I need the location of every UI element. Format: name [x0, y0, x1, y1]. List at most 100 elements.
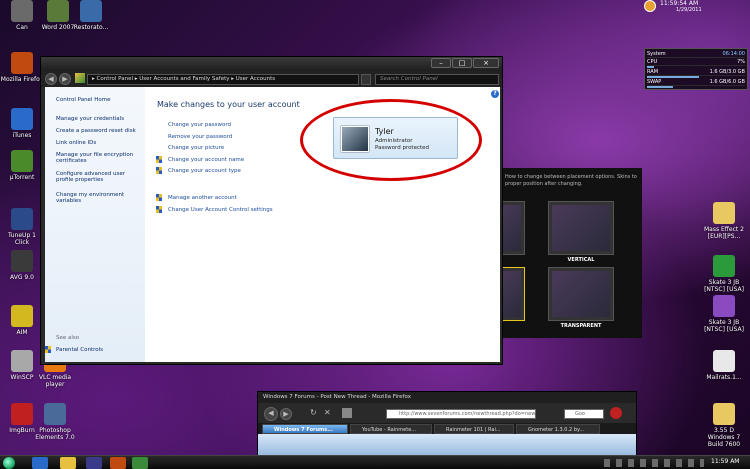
sidebar-link-environment-vars[interactable]: Change my environment variables [56, 192, 142, 204]
desktop-icon-8[interactable]: AIM [0, 305, 44, 336]
sidebar-home-link[interactable]: Control Panel Home [56, 97, 142, 103]
uac-shield-icon [156, 155, 162, 163]
ff-forward-button[interactable]: ▶ [280, 408, 292, 420]
clock-time: 11:59:54 AM [660, 0, 699, 7]
desktop-icon-12[interactable]: Photoshop Elements 7.0 [33, 403, 77, 441]
link-change-your-picture[interactable]: Change your picture [168, 145, 224, 151]
desktop-icon-image [11, 108, 33, 130]
desktop-right-icon-1[interactable]: Skate 3 JB [NTSC] [USA] [702, 255, 746, 293]
link-label: Change your password [168, 122, 232, 128]
desktop-icon-5[interactable]: µTorrent [0, 150, 44, 181]
desktop-icon-4[interactable]: iTunes [0, 108, 44, 139]
close-button[interactable]: × [473, 58, 499, 68]
placement-thumb-vertical[interactable] [548, 201, 614, 255]
see-also-heading: See also [56, 335, 80, 341]
system-title: System [647, 50, 666, 57]
ff-back-button[interactable]: ◀ [264, 407, 278, 421]
breadcrumb-family-safety[interactable]: User Accounts and Family Safety [139, 76, 229, 82]
taskbar-explorer-icon[interactable] [60, 457, 76, 469]
desktop-icon-7[interactable]: AVG 9.0 [0, 250, 44, 281]
desktop-icon-label: iTunes [12, 132, 32, 139]
desktop-icon-2[interactable]: Restorato... [69, 0, 113, 31]
desktop-icon-image [80, 0, 102, 22]
taskbar-media-icon[interactable] [86, 457, 102, 469]
tray-icons[interactable] [604, 459, 704, 467]
sidebar-link-reset-disk[interactable]: Create a password reset disk [56, 128, 142, 134]
desktop-icon-label: AIM [16, 329, 28, 336]
firefox-tab[interactable]: Windows 7 Forums... [262, 424, 348, 434]
desktop-icon-label: VLC media player [38, 374, 72, 388]
forward-button[interactable]: ▶ [59, 73, 71, 85]
highlight-ellipse [300, 99, 482, 181]
placement-thumb-transparent[interactable] [548, 267, 614, 321]
desktop-right-icon-image [713, 255, 735, 277]
taskbar: 11:59 AM [0, 455, 750, 469]
maximize-button[interactable]: □ [452, 58, 472, 68]
sidebar-link-credentials[interactable]: Manage your credentials [56, 116, 142, 122]
desktop-icon-label: Skate 3 JB [NTSC] [USA] [704, 319, 744, 333]
desktop-icon-label: 3.55 D Windows 7 Build 7600 [707, 427, 741, 448]
link-label: Manage another account [168, 195, 237, 201]
desktop-icon-image [11, 403, 33, 425]
back-button[interactable]: ◀ [45, 73, 57, 85]
clock-date: 1/29/2011 [676, 7, 702, 13]
minimize-button[interactable]: – [431, 58, 451, 68]
desktop-icon-6[interactable]: TuneUp 1 Click [0, 208, 44, 246]
ff-search-box[interactable]: Goo [564, 409, 604, 419]
taskbar-ie-icon[interactable] [32, 457, 48, 469]
desktop-right-icon-3[interactable]: Mailrats.1... [702, 350, 746, 381]
rainmeter-panel[interactable]: How to change between placement options.… [495, 168, 642, 338]
link-change-your-account-type[interactable]: Change your account type [156, 167, 241, 174]
ff-stop-icon[interactable]: ✕ [324, 408, 331, 417]
swap-value: 1.6 GB/6.0 GB [709, 78, 745, 85]
desktop-icon-label: Restorato... [73, 24, 109, 31]
taskbar-firefox-icon[interactable] [110, 457, 126, 469]
link-remove-your-password[interactable]: Remove your password [168, 134, 232, 140]
desktop-right-icon-0[interactable]: Mass Effect 2 [EUR][PS... [702, 202, 746, 240]
start-button[interactable] [3, 457, 15, 469]
link-change-your-password[interactable]: Change your password [168, 122, 231, 128]
window-titlebar[interactable]: – □ × [41, 57, 502, 71]
desktop-icon-label: Mozilla Firefox [0, 76, 44, 83]
url-bar[interactable]: http://www.sevenforums.com/newthread.php… [386, 409, 536, 419]
ram-row: RAM 1.6 GB/3.0 GB [647, 68, 745, 76]
ff-reload-icon[interactable]: ↻ [310, 408, 317, 417]
sidebar: Control Panel Home Manage your credentia… [45, 87, 145, 362]
firefox-tab[interactable]: YouTube - Rainmete... [350, 424, 432, 434]
desktop-icon-image [11, 250, 33, 272]
breadcrumb-control-panel[interactable]: Control Panel [97, 76, 133, 82]
help-icon[interactable]: ? [491, 90, 499, 98]
firefox-tab[interactable]: Gnometer 1.3.0.2 by... [516, 424, 600, 434]
firefox-tab[interactable]: Rainmeter 101 | Rai... [434, 424, 514, 434]
parental-controls-icon [45, 346, 51, 353]
desktop-icon-3[interactable]: Mozilla Firefox [0, 52, 44, 83]
link-manage-another-account[interactable]: Manage another account [156, 194, 237, 201]
ff-search-text: Goo [575, 411, 585, 417]
link-change-user-account-control-settings[interactable]: Change User Account Control settings [156, 205, 273, 213]
system-gadget[interactable]: System 06:14:00 CPU 7% RAM 1.6 GB/3.0 GB… [644, 48, 748, 90]
breadcrumb-user-accounts[interactable]: User Accounts [236, 76, 275, 82]
desktop-right-icon-4[interactable]: 3.55 D Windows 7 Build 7600 [702, 403, 746, 448]
ff-home-icon[interactable] [342, 408, 352, 418]
sidebar-link-parental-controls[interactable]: Parental Controls [56, 347, 142, 353]
system-uptime: 06:14:00 [722, 50, 745, 57]
sidebar-link-profile-properties[interactable]: Configure advanced user profile properti… [56, 171, 142, 183]
swap-bar [647, 86, 674, 88]
uac-shield-icon [156, 205, 162, 213]
address-bar[interactable]: ▸ Control Panel ▸ User Accounts and Fami… [87, 74, 359, 85]
link-change-your-account-name[interactable]: Change your account name [156, 155, 245, 163]
sidebar-link-encryption[interactable]: Manage your file encryption certificates [56, 152, 142, 164]
desktop-right-icon-2[interactable]: Skate 3 JB [NTSC] [USA] [702, 295, 746, 333]
control-panel-window[interactable]: – □ × ◀ ▶ ▸ Control Panel ▸ User Account… [40, 56, 503, 365]
search-input[interactable]: Search Control Panel [375, 74, 499, 85]
ff-addon-icon[interactable] [610, 407, 622, 419]
taskbar-clock[interactable]: 11:59 AM [711, 458, 739, 465]
link-label: Change your account name [168, 156, 245, 163]
link-label: Change your account type [168, 168, 241, 174]
clock-gadget[interactable]: 11:59:54 AM 1/29/2011 [644, 0, 748, 16]
refresh-button[interactable] [361, 74, 371, 85]
sidebar-link-online-ids[interactable]: Link online IDs [56, 140, 142, 146]
uac-shield-icon [156, 167, 162, 174]
taskbar-control-panel-icon[interactable] [132, 457, 148, 469]
page-title: Make changes to your user account [157, 100, 300, 109]
